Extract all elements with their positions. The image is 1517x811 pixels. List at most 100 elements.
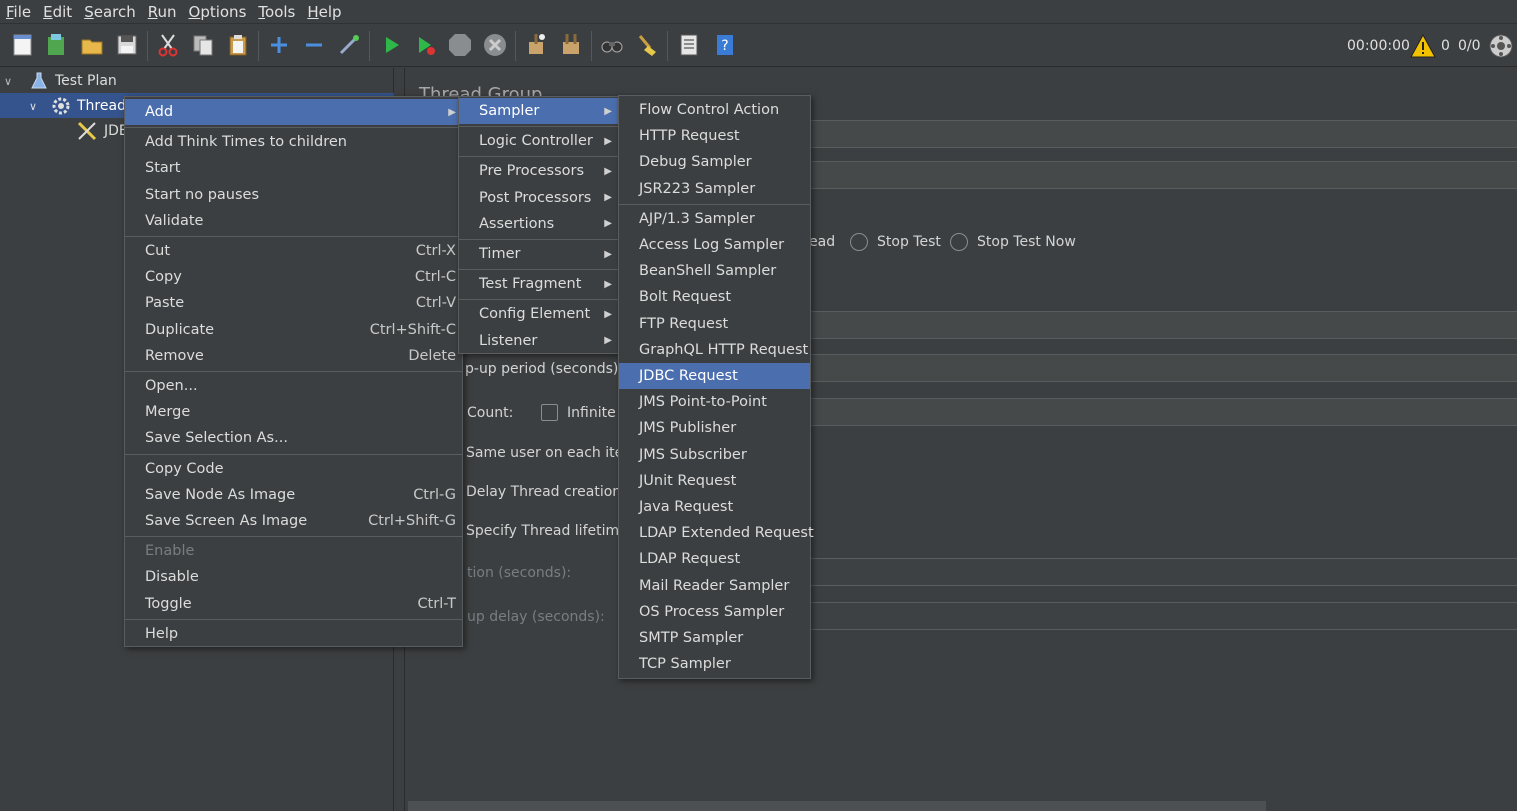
menu-item-duplicate[interactable]: Duplicate Ctrl+Shift-C [125,317,462,343]
search-binoculars-icon[interactable] [598,31,626,59]
menu-item-debug-sampler[interactable]: Debug Sampler [619,149,810,175]
start-no-pauses-icon[interactable] [411,31,439,59]
tree-node-jdbc-request[interactable]: JDE [76,119,128,143]
menu-item-junit-request[interactable]: JUnit Request [619,468,810,494]
copy-icon[interactable] [189,31,217,59]
menu-run[interactable]: Run [142,3,183,21]
new-icon[interactable] [9,31,37,59]
menu-item-flow-control-action[interactable]: Flow Control Action [619,97,810,123]
menu-item-toggle[interactable]: Toggle Ctrl-T [125,591,462,617]
menu-item-http-request[interactable]: HTTP Request [619,123,810,149]
menu-item-jsr223-sampler[interactable]: JSR223 Sampler [619,176,810,202]
comments-field[interactable] [810,161,1517,189]
name-field[interactable] [810,120,1517,148]
menu-item-graphql-http-request[interactable]: GraphQL HTTP Request [619,337,810,363]
menu-help[interactable]: Help [301,3,347,21]
menu-item-paste[interactable]: Paste Ctrl-V [125,290,462,316]
menu-item-jms-publisher[interactable]: JMS Publisher [619,415,810,441]
menu-item-remove[interactable]: Remove Delete [125,343,462,369]
clear-icon[interactable] [522,31,550,59]
save-icon[interactable] [113,31,141,59]
menu-tools[interactable]: Tools [252,3,301,21]
menu-item-test-fragment[interactable]: Test Fragment ▶ [459,271,618,297]
expand-icon[interactable] [265,31,293,59]
menu-item-save-selection-as[interactable]: Save Selection As... [125,425,462,451]
menu-item-cut[interactable]: Cut Ctrl-X [125,238,462,264]
menu-item-enable[interactable]: Enable [125,538,462,564]
toggle-icon[interactable] [335,31,363,59]
menu-item-open[interactable]: Open... [125,373,462,399]
menu-options[interactable]: Options [183,3,253,21]
stop-icon[interactable] [446,31,474,59]
rampup-field[interactable] [810,354,1517,382]
menu-edit[interactable]: Edit [37,3,78,21]
menu-item-ldap-request[interactable]: LDAP Request [619,546,810,572]
menu-item-java-request[interactable]: Java Request [619,494,810,520]
menu-file[interactable]: File [0,3,37,21]
menu-item-merge[interactable]: Merge [125,399,462,425]
horizontal-scrollbar[interactable] [408,801,1266,811]
menu-search[interactable]: Search [78,3,142,21]
menu-item-pre-processors[interactable]: Pre Processors ▶ [459,158,618,184]
menu-item-os-process-sampler[interactable]: OS Process Sampler [619,599,810,625]
menu-item-jms-point-to-point[interactable]: JMS Point-to-Point [619,389,810,415]
menu-item-sampler[interactable]: Sampler ▶ [459,98,618,125]
menu-item-disable[interactable]: Disable [125,564,462,590]
menu-item-add-think-times-to-children[interactable]: Add Think Times to children [125,129,462,155]
stop-test-now-radio[interactable] [950,233,968,251]
menu-item-save-node-as-image[interactable]: Save Node As Image Ctrl-G [125,482,462,508]
shutdown-icon[interactable] [481,31,509,59]
menu-item-help[interactable]: Help [125,621,462,647]
menu-item-ajp-1-3-sampler[interactable]: AJP/1.3 Sampler [619,206,810,232]
function-helper-icon[interactable] [675,31,703,59]
menu-item-timer[interactable]: Timer ▶ [459,241,618,267]
menu-item-label: Copy Code [145,460,224,477]
menu-item-start[interactable]: Start [125,155,462,181]
menu-item-add[interactable]: Add ▶ [125,99,462,126]
menu-item-mail-reader-sampler[interactable]: Mail Reader Sampler [619,573,810,599]
menu-item-save-screen-as-image[interactable]: Save Screen As Image Ctrl+Shift-G [125,508,462,534]
cut-icon[interactable] [154,31,182,59]
menu-item-jdbc-request[interactable]: JDBC Request [619,363,810,390]
tree-node-thread-group[interactable]: ∨ Thread [29,94,126,118]
tree-node-test-plan[interactable]: ∨ Test Plan [4,69,117,93]
warning-icon[interactable] [1409,32,1437,60]
collapse-icon[interactable] [300,31,328,59]
templates-icon[interactable] [42,31,70,59]
loop-count-field[interactable] [810,398,1517,426]
menu-item-tcp-sampler[interactable]: TCP Sampler [619,651,810,677]
threads-field[interactable] [810,311,1517,339]
menu-item-bolt-request[interactable]: Bolt Request [619,284,810,310]
menu-item-config-element[interactable]: Config Element ▶ [459,301,618,327]
submenu-arrow-icon: ▶ [604,335,612,347]
submenu-arrow-icon: ▶ [604,218,612,230]
menu-item-access-log-sampler[interactable]: Access Log Sampler [619,232,810,258]
menu-item-logic-controller[interactable]: Logic Controller ▶ [459,128,618,154]
menu-item-beanshell-sampler[interactable]: BeanShell Sampler [619,258,810,284]
chevron-down-icon[interactable]: ∨ [29,100,43,113]
menu-item-jms-subscriber[interactable]: JMS Subscriber [619,442,810,468]
menu-item-listener[interactable]: Listener ▶ [459,328,618,354]
menu-item-ldap-extended-request[interactable]: LDAP Extended Request [619,520,814,546]
menu-item-label: BeanShell Sampler [639,263,777,280]
menu-item-copy[interactable]: Copy Ctrl-C [125,264,462,290]
clear-all-icon[interactable] [557,31,585,59]
reset-search-icon[interactable] [633,31,661,59]
open-folder-icon[interactable] [78,31,106,59]
start-icon[interactable] [377,31,405,59]
paste-icon[interactable] [224,31,252,59]
infinite-checkbox[interactable] [541,404,558,421]
help-icon[interactable]: ? [711,31,739,59]
menu-item-smtp-sampler[interactable]: SMTP Sampler [619,625,810,651]
menu-item-ftp-request[interactable]: FTP Request [619,311,810,337]
duration-field[interactable] [810,558,1517,586]
menu-item-assertions[interactable]: Assertions ▶ [459,211,618,237]
shortcut-label: Ctrl-X [415,243,456,260]
stop-test-radio[interactable] [850,233,868,251]
chevron-down-icon[interactable]: ∨ [4,75,18,88]
menu-item-start-no-pauses[interactable]: Start no pauses [125,182,462,208]
menu-item-validate[interactable]: Validate [125,208,462,234]
menu-item-post-processors[interactable]: Post Processors ▶ [459,185,618,211]
menu-item-copy-code[interactable]: Copy Code [125,456,462,482]
startup-delay-field[interactable] [810,602,1517,630]
